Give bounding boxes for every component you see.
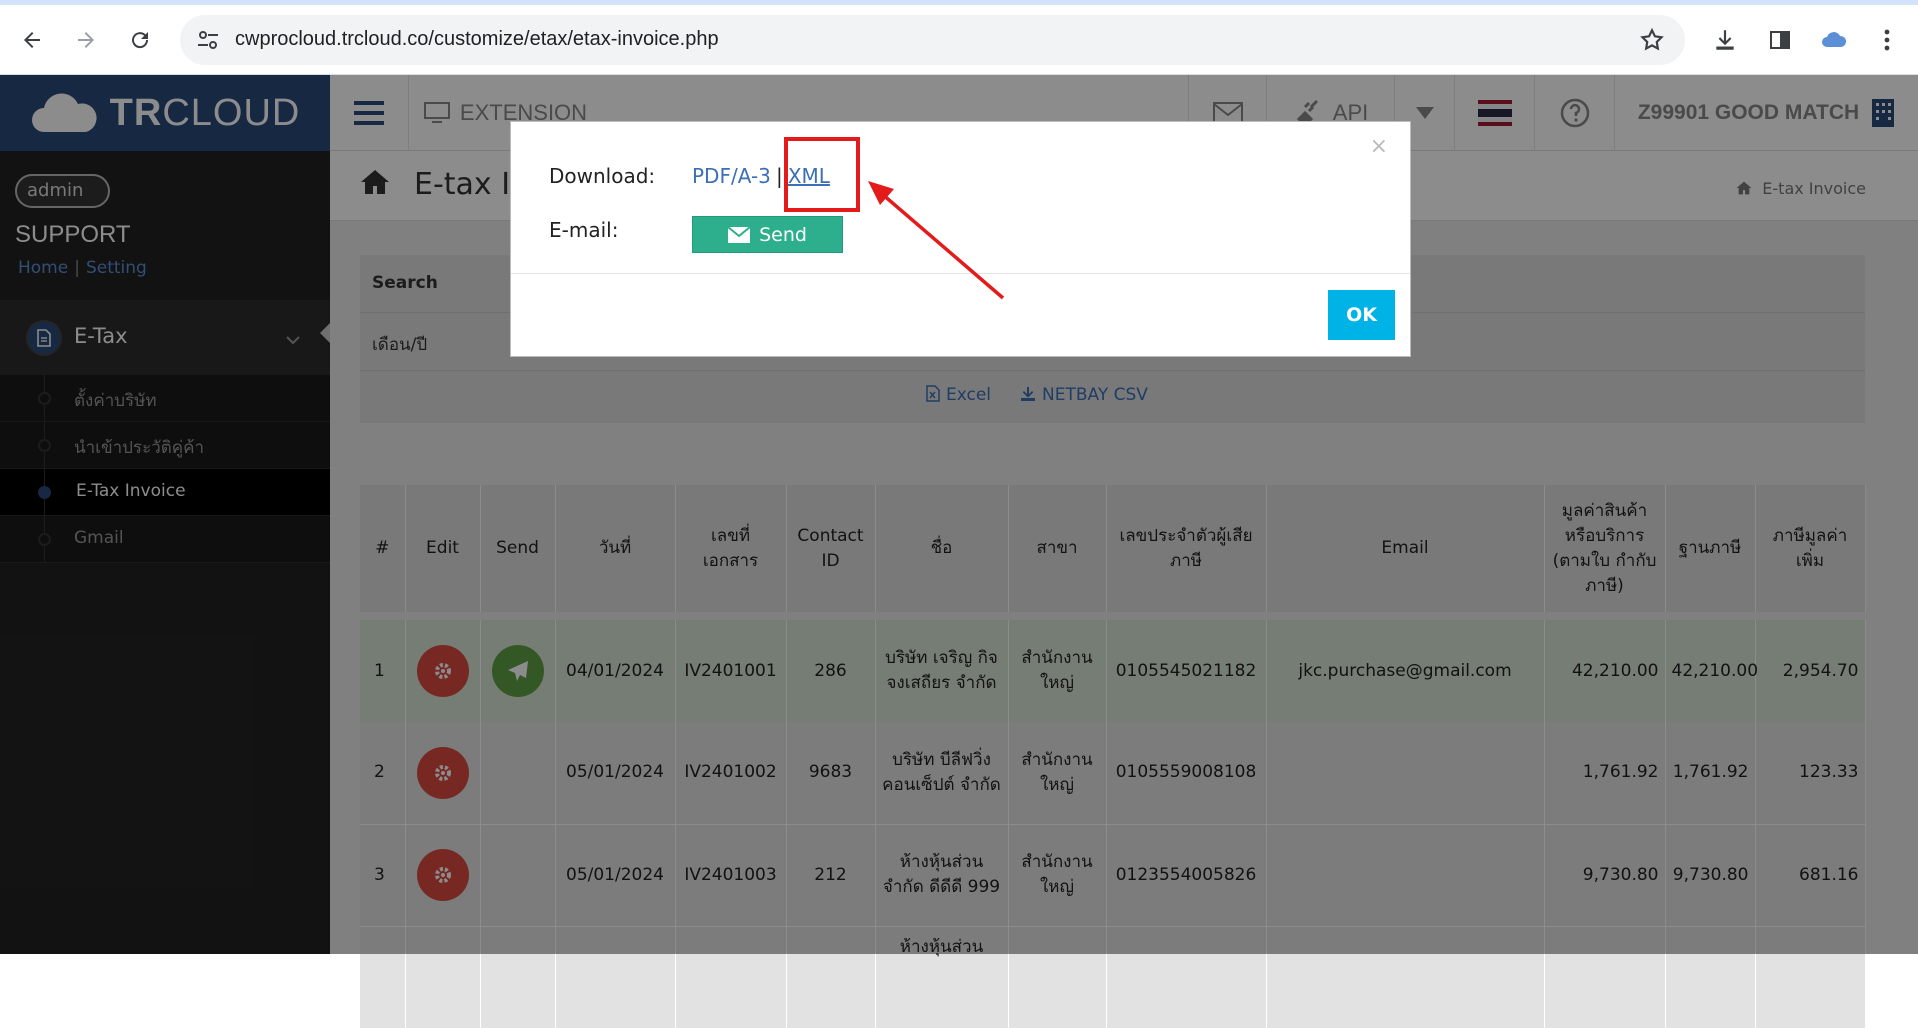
download-label: Download: (549, 164, 656, 188)
envelope-icon (728, 226, 751, 243)
site-settings-icon[interactable] (194, 26, 222, 54)
side-panel-icon[interactable] (1762, 22, 1798, 58)
email-label: E-mail: (549, 218, 619, 242)
ok-button[interactable]: OK (1328, 290, 1395, 340)
close-icon[interactable]: × (1370, 134, 1388, 159)
pdf-a3-link[interactable]: PDF/A-3 (692, 164, 771, 188)
link-separator: | (775, 164, 783, 188)
browser-toolbar: cwprocloud.trcloud.co/customize/etax/eta… (0, 5, 1918, 75)
forward-icon[interactable] (68, 22, 104, 58)
url-text: cwprocloud.trcloud.co/customize/etax/eta… (235, 28, 719, 50)
bookmark-star-icon[interactable] (1639, 27, 1665, 57)
back-icon[interactable] (14, 22, 50, 58)
send-email-button[interactable]: Send (692, 216, 843, 253)
reload-icon[interactable] (122, 22, 158, 58)
download-icon[interactable] (1707, 22, 1743, 58)
highlight-box (784, 137, 860, 212)
address-bar[interactable]: cwprocloud.trcloud.co/customize/etax/eta… (180, 15, 1685, 65)
profile-cloud-icon[interactable] (1816, 22, 1852, 58)
browser-menu-icon[interactable] (1869, 22, 1905, 58)
annotation-arrow (868, 181, 1005, 300)
